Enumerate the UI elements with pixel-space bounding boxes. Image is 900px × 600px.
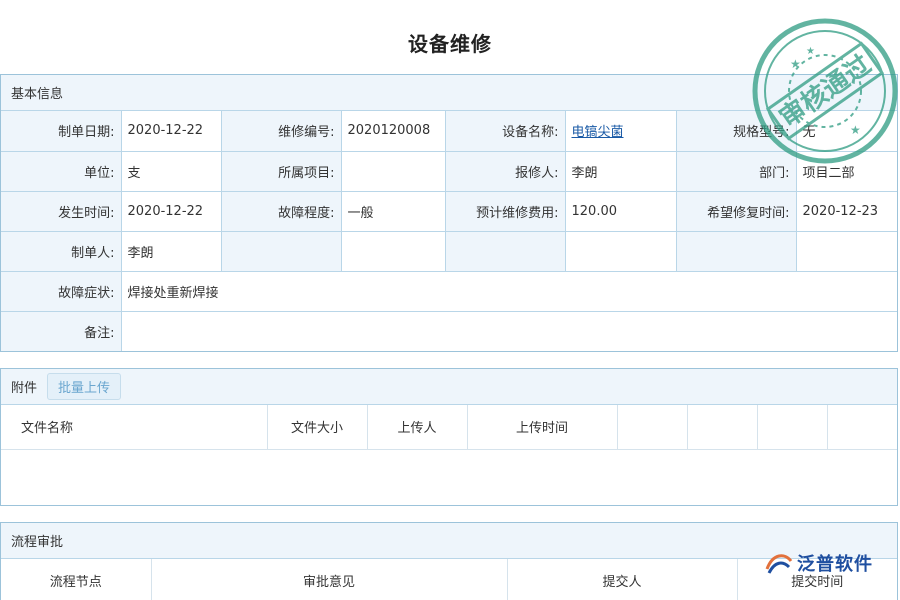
attachment-column-header: 文件名称	[1, 405, 268, 450]
attachments-title: 附件	[11, 381, 38, 396]
symptom-value: 焊接处重新焊接	[120, 270, 897, 312]
field-label: 报修人:	[444, 150, 566, 192]
field-label	[444, 230, 566, 272]
field-value: 2020-12-22	[120, 111, 222, 152]
field-value: 2020-12-23	[795, 190, 897, 232]
field-value: 支	[120, 150, 222, 192]
field-label	[675, 230, 797, 272]
field-label: 所属项目:	[220, 150, 342, 192]
attachment-column-header	[756, 405, 828, 450]
attachments-panel: 附件 批量上传 文件名称 文件大小 上传人 上传时间	[0, 368, 898, 506]
symptom-row: 故障症状: 焊接处重新焊接	[1, 270, 897, 312]
fanpu-logo: 泛普软件	[765, 550, 873, 576]
symptom-label: 故障症状:	[1, 270, 122, 312]
remark-value	[120, 310, 897, 351]
field-value	[340, 150, 446, 192]
field-value: 一般	[340, 190, 446, 232]
attachments-header: 附件 批量上传	[1, 369, 897, 405]
field-label: 单位:	[1, 150, 122, 192]
flow-column-header: 提交人	[506, 559, 738, 600]
batch-upload-button[interactable]: 批量上传	[47, 373, 122, 400]
attachment-column-header: 上传人	[366, 405, 468, 450]
field-label: 制单人:	[1, 230, 122, 272]
field-label: 预计维修费用:	[444, 190, 566, 232]
field-value: 李朗	[120, 230, 222, 272]
flow-approval-table: 流程节点 审批意见 提交人 提交时间	[1, 559, 897, 600]
logo-name: 泛普软件	[797, 554, 873, 575]
remark-label: 备注:	[1, 310, 122, 351]
flow-column-header: 流程节点	[1, 559, 152, 600]
flow-approval-header: 流程审批	[1, 523, 897, 559]
field-value: 2020-12-22	[120, 190, 222, 232]
field-value	[564, 230, 677, 272]
attachment-column-header	[686, 405, 758, 450]
logo-icon	[765, 554, 793, 574]
field-value: 2020120008	[340, 111, 446, 152]
field-value	[795, 230, 897, 272]
field-value: 120.00	[564, 190, 677, 232]
attachment-column-header	[826, 405, 897, 450]
info-row: 发生时间: 2020-12-22 故障程度: 一般 预计维修费用: 120.00 希望修复时…	[1, 190, 897, 232]
attachments-table: 文件名称 文件大小 上传人 上传时间	[1, 405, 897, 450]
field-value: 电镐尖菌	[564, 111, 677, 152]
field-label: 故障程度:	[220, 190, 342, 232]
approved-stamp: 审核通过 ★ ★ ★	[752, 18, 898, 164]
attachment-column-header: 上传时间	[466, 405, 618, 450]
field-label: 维修编号:	[220, 111, 342, 152]
attachment-column-header	[616, 405, 688, 450]
remark-row: 备注:	[1, 310, 897, 351]
attachment-column-header: 文件大小	[266, 405, 368, 450]
flow-column-header: 审批意见	[150, 559, 508, 600]
info-row: 制单人: 李朗	[1, 230, 897, 272]
svg-text:★: ★	[790, 57, 801, 71]
field-label: 制单日期:	[1, 111, 122, 152]
equipment-name-link[interactable]: 电镐尖菌	[572, 125, 624, 140]
field-label	[220, 230, 342, 272]
flow-approval-panel: 流程审批 流程节点 审批意见 提交人 提交时间	[0, 522, 898, 600]
svg-text:★: ★	[806, 46, 815, 57]
field-value	[340, 230, 446, 272]
field-value: 李朗	[564, 150, 677, 192]
field-label: 设备名称:	[444, 111, 566, 152]
svg-text:★: ★	[850, 123, 861, 137]
field-label: 希望修复时间:	[675, 190, 797, 232]
field-label: 发生时间:	[1, 190, 122, 232]
